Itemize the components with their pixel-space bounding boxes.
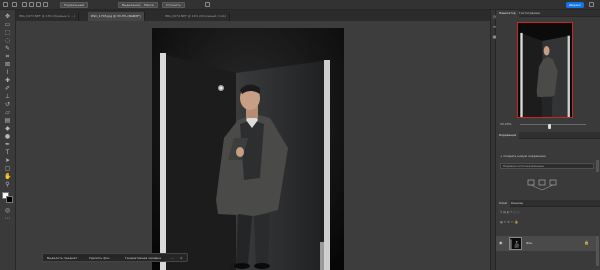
gradient-tool-icon[interactable]: ▤ bbox=[4, 118, 11, 124]
eraser-tool-icon[interactable]: ▱ bbox=[4, 110, 11, 116]
document-tab[interactable]: IMG_0474.NEF @ 16% (Исходный слой) bbox=[162, 12, 230, 21]
layer-lock-icon: 🔒 bbox=[584, 240, 589, 245]
options-bar: Нормальный Выделение Маска Уточнить Шери… bbox=[0, 0, 600, 10]
healing-brush-tool-icon[interactable]: ✚ bbox=[4, 78, 11, 84]
tool-preset-icon[interactable] bbox=[12, 2, 17, 7]
frame-tool-icon[interactable]: ⊠ bbox=[4, 62, 11, 68]
refine-button[interactable]: Уточнить bbox=[162, 2, 185, 8]
shape-tool-icon[interactable]: ▢ bbox=[4, 166, 11, 172]
hand-tool-icon[interactable]: ✋ bbox=[4, 174, 11, 180]
mode-select[interactable]: Нормальный bbox=[60, 2, 89, 8]
new-selection-icon[interactable] bbox=[22, 2, 27, 7]
type-tool-icon[interactable]: T bbox=[4, 150, 11, 156]
generative-fill-button[interactable]: Генеративная заливка bbox=[125, 255, 161, 262]
lock-icon[interactable]: ▦ ✎ ✥ ▭ 🔒 bbox=[500, 220, 518, 224]
filter-icon[interactable]: ⚲ ▤ ◐ T ▢ ◇ bbox=[500, 210, 519, 214]
settings-icon[interactable] bbox=[205, 2, 210, 7]
photo-man-in-coat bbox=[152, 28, 344, 270]
more-options-icon[interactable]: ⋯ bbox=[171, 255, 174, 262]
layer-row-background[interactable]: ◉ Фон 🔒 bbox=[496, 236, 596, 251]
remove-background-button[interactable]: Удалить фон bbox=[89, 255, 109, 262]
layers-scrollbar[interactable] bbox=[596, 236, 599, 266]
quick-select-tool-icon[interactable]: ✎ bbox=[4, 46, 11, 52]
artboard-tool-icon[interactable]: ▭ bbox=[4, 22, 11, 28]
tab-adjustments[interactable]: Коррекция bbox=[496, 132, 520, 139]
layers-tab-row: Слои Каналы bbox=[496, 200, 600, 207]
tab-histogram[interactable]: Гистограмма bbox=[516, 10, 543, 17]
adjustments-scrollbar[interactable] bbox=[596, 160, 599, 172]
subtract-selection-icon[interactable] bbox=[36, 2, 41, 7]
document-tab[interactable]: IMG_0473.NEF @ 16% (Кривые 1, ...) bbox=[16, 12, 80, 21]
layer-thumbnail bbox=[509, 237, 522, 250]
navigator-thumbnail-image bbox=[518, 23, 572, 117]
eyedropper-tool-icon[interactable]: ⌇ bbox=[4, 70, 11, 76]
path-select-tool-icon[interactable]: ➤ bbox=[4, 158, 11, 164]
recent-adjustments-field[interactable]: Недавно использованные bbox=[500, 163, 594, 169]
layer-filter-row: ⚲ ▤ ◐ T ▢ ◇ bbox=[500, 210, 519, 214]
select-subject-button[interactable]: Выделить предмет bbox=[47, 255, 77, 262]
document-canvas[interactable] bbox=[152, 28, 344, 270]
intersect-selection-icon[interactable] bbox=[43, 2, 48, 7]
document-tab-active[interactable]: DSC_1703.jpg @ 33,3% (RGB/8*) bbox=[88, 12, 145, 21]
close-icon[interactable]: × bbox=[180, 255, 183, 262]
layer-lock-row: ▦ ✎ ✥ ▭ 🔒 bbox=[500, 220, 518, 224]
zoom-value[interactable]: 33,33% bbox=[500, 122, 511, 126]
generative-fill-label: Генеративная заливка bbox=[125, 256, 161, 260]
zoom-tool-icon[interactable]: ⚲ bbox=[4, 182, 11, 188]
more-tools-icon[interactable]: ⋯ bbox=[4, 216, 11, 222]
brush-tool-icon[interactable]: ✐ bbox=[4, 86, 11, 92]
quick-mask-icon[interactable]: ◎ bbox=[4, 208, 11, 214]
history-brush-tool-icon[interactable]: ↺ bbox=[4, 102, 11, 108]
tab-channels[interactable]: Каналы bbox=[508, 200, 526, 207]
visibility-eye-icon[interactable]: ◉ bbox=[499, 240, 505, 245]
document-tab-bar: IMG_0473.NEF @ 16% (Кривые 1, ...) DSC_1… bbox=[16, 10, 490, 21]
share-button[interactable]: Шеринг bbox=[566, 2, 584, 8]
blur-tool-icon[interactable]: ◆ bbox=[4, 126, 11, 132]
contextual-taskbar: Выделить предмет Удалить фон Генеративна… bbox=[42, 253, 188, 262]
add-adjustment-row[interactable]: + Создать новую коррекцию bbox=[500, 154, 546, 158]
adjustments-tab-row: Коррекция bbox=[496, 132, 600, 139]
select-subject-label: Выделить предмет bbox=[47, 256, 78, 260]
mask-button[interactable]: Маска bbox=[140, 2, 158, 8]
move-tool-icon[interactable]: ✥ bbox=[4, 14, 11, 20]
navigator-tab-row: Навигатор Гистограмма bbox=[496, 10, 600, 17]
search-icon[interactable] bbox=[589, 2, 594, 7]
remove-background-label: Удалить фон bbox=[89, 256, 110, 260]
lasso-tool-icon[interactable]: ◌ bbox=[4, 38, 11, 44]
crop-tool-icon[interactable]: ⌗ bbox=[4, 54, 11, 60]
right-panel-dock: Навигатор Гистограмма 33,33% Коррекция +… bbox=[496, 10, 600, 270]
zoom-row: 33,33% bbox=[500, 122, 596, 129]
home-icon[interactable] bbox=[3, 2, 8, 7]
background-color-swatch[interactable] bbox=[6, 196, 13, 203]
dodge-tool-icon[interactable]: ● bbox=[4, 134, 11, 140]
zoom-slider-handle[interactable] bbox=[547, 124, 551, 129]
adjustment-presets-icon[interactable] bbox=[526, 178, 558, 194]
clone-stamp-tool-icon[interactable]: ⊥ bbox=[4, 94, 11, 100]
add-adjustment-label: Создать новую коррекцию bbox=[503, 154, 546, 158]
zoom-slider[interactable] bbox=[520, 124, 586, 129]
layer-name[interactable]: Фон bbox=[526, 241, 532, 245]
navigator-preview[interactable] bbox=[517, 22, 573, 118]
pen-tool-icon[interactable]: ✒ bbox=[4, 142, 11, 148]
tools-panel: ✥ ▭ ⬚ ◌ ✎ ⌗ ⊠ ⌇ ✚ ✐ ⊥ ↺ ▱ ▤ ◆ ● ✒ T ➤ ▢ … bbox=[0, 10, 16, 270]
add-selection-icon[interactable] bbox=[29, 2, 34, 7]
marquee-tool-icon[interactable]: ⬚ bbox=[4, 30, 11, 36]
